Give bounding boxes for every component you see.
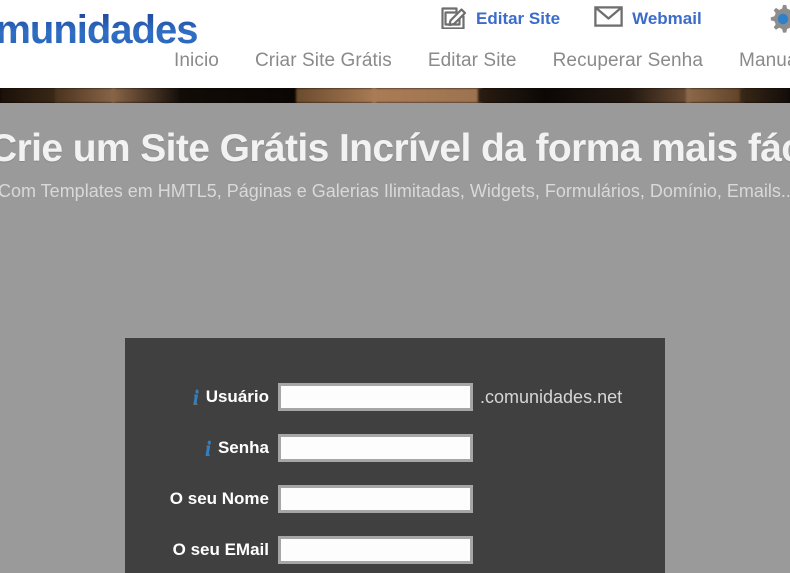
senha-input[interactable] [278, 434, 473, 462]
pencil-edit-icon [440, 5, 467, 34]
nav-item-editar-site[interactable]: Editar Site [428, 50, 517, 72]
hero-photo-strip [0, 88, 790, 103]
field-label-email: O seu EMail [172, 540, 269, 559]
gear-icon [766, 5, 790, 40]
usuario-input[interactable] [278, 383, 473, 411]
nav-item-recuperar-senha[interactable]: Recuperar Senha [553, 50, 703, 72]
label-wrap-senha: i Senha [125, 437, 278, 459]
nav-item-inicio[interactable]: Inicio [174, 50, 219, 72]
form-row-usuario: i Usuário .comunidades.net [125, 380, 665, 414]
utility-link-webmail[interactable]: Webmail [594, 5, 702, 33]
email-input[interactable] [278, 536, 473, 564]
hero-title: Crie um Site Grátis Incrível da forma ma… [0, 127, 790, 170]
utility-bar: Editar Site Webmail [440, 0, 702, 38]
main-navigation: Inicio Criar Site Grátis Editar Site Rec… [174, 50, 790, 72]
nome-input[interactable] [278, 485, 473, 513]
form-row-nome: O seu Nome [125, 482, 665, 516]
hero-subtitle: Com Templates em HMTL5, Páginas e Galeri… [0, 181, 790, 201]
site-header: Comunidades Editar Site Webmail [0, 0, 790, 88]
settings-button[interactable] [766, 2, 790, 41]
info-icon[interactable]: i [205, 437, 211, 459]
utility-link-label: Editar Site [476, 9, 561, 28]
utility-link-editar-site[interactable]: Editar Site [440, 5, 560, 34]
site-logo[interactable]: Comunidades [0, 8, 198, 53]
envelope-icon [594, 5, 623, 33]
info-icon[interactable]: i [193, 386, 199, 408]
field-label-usuario: Usuário [205, 387, 269, 406]
signup-panel: i Usuário .comunidades.net i Senha O seu… [125, 338, 665, 573]
nav-item-criar-site-gratis[interactable]: Criar Site Grátis [255, 50, 392, 72]
nav-item-manual-online[interactable]: Manual Onl [739, 50, 790, 72]
form-row-email: O seu EMail [125, 533, 665, 567]
form-row-senha: i Senha [125, 431, 665, 465]
utility-link-label: Webmail [632, 9, 702, 28]
field-label-senha: Senha [217, 438, 269, 457]
label-wrap-nome: O seu Nome [125, 489, 278, 509]
field-label-nome: O seu Nome [169, 489, 269, 508]
domain-suffix: .comunidades.net [480, 386, 623, 407]
label-wrap-email: O seu EMail [125, 540, 278, 560]
hero-section: Crie um Site Grátis Incrível da forma ma… [0, 103, 790, 573]
label-wrap-usuario: i Usuário [125, 386, 278, 408]
